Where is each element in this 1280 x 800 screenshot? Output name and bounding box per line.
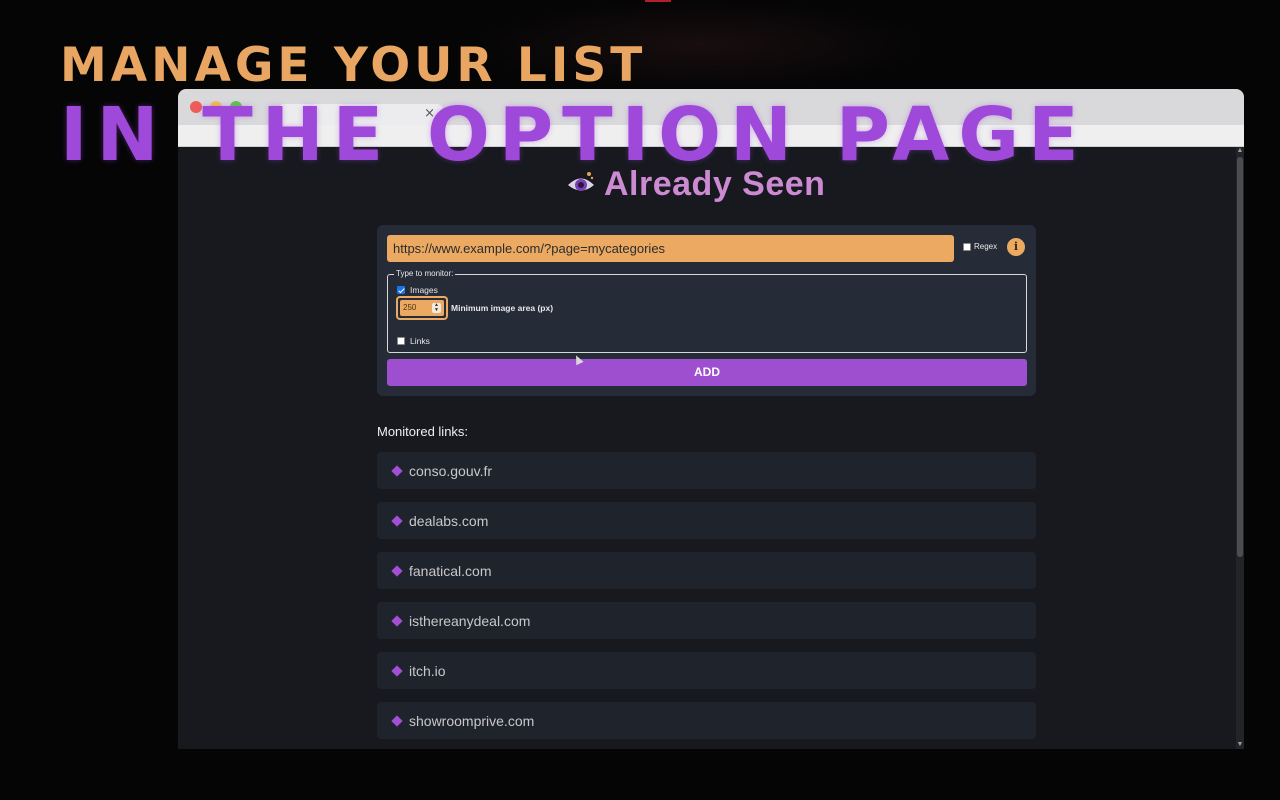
monitored-links-list: conso.gouv.fr dealabs.com fanatical.com … [377, 452, 1036, 752]
headline-line-1: MANAGE YOUR LIST [60, 38, 647, 93]
links-label: Links [410, 336, 430, 346]
diamond-icon [391, 715, 403, 727]
url-input[interactable]: https://www.example.com/?page=mycategori… [387, 235, 954, 262]
page-scrollbar[interactable]: ▲ ▼ [1236, 147, 1244, 749]
min-area-label: Minimum image area (px) [451, 303, 554, 313]
links-checkbox[interactable] [397, 337, 405, 345]
links-option[interactable]: Links [397, 336, 430, 346]
diamond-icon [391, 515, 403, 527]
min-area-input[interactable]: 250 ▲ ▼ [400, 300, 444, 316]
scroll-up-icon[interactable]: ▲ [1236, 147, 1244, 155]
list-item[interactable]: isthereanydeal.com [377, 602, 1036, 639]
info-icon[interactable]: i [1007, 238, 1025, 256]
list-item-label: dealabs.com [409, 513, 489, 529]
list-item-label: conso.gouv.fr [409, 463, 493, 479]
list-item[interactable]: dealabs.com [377, 502, 1036, 539]
list-item-label: showroomprive.com [409, 713, 535, 729]
list-item-label: fanatical.com [409, 563, 492, 579]
list-item[interactable]: conso.gouv.fr [377, 452, 1036, 489]
headline-line-2: IN THE OPTION PAGE [60, 92, 1088, 178]
min-area-field[interactable]: 250 ▲ ▼ [396, 296, 448, 320]
type-to-monitor-fieldset: Type to monitor: Images 250 ▲ ▼ Minimum i… [387, 269, 1027, 353]
images-label: Images [410, 285, 438, 295]
list-item[interactable]: showroomprive.com [377, 702, 1036, 739]
diamond-icon [391, 665, 403, 677]
type-to-monitor-legend: Type to monitor: [394, 269, 456, 278]
scroll-down-icon[interactable]: ▼ [1236, 741, 1244, 749]
monitored-links-title: Monitored links: [377, 424, 469, 439]
list-item[interactable]: itch.io [377, 652, 1036, 689]
list-item-label: isthereanydeal.com [409, 613, 531, 629]
diamond-icon [391, 465, 403, 477]
scrollbar-thumb[interactable] [1237, 157, 1243, 557]
regex-checkbox[interactable] [963, 242, 971, 251]
images-checkbox[interactable] [397, 286, 405, 294]
images-option[interactable]: Images [397, 285, 438, 295]
regex-option[interactable]: Regex [963, 242, 997, 251]
add-button[interactable]: ADD [387, 359, 1027, 386]
diamond-icon [391, 615, 403, 627]
add-link-panel: https://www.example.com/?page=mycategori… [377, 225, 1036, 396]
stepper-icon[interactable]: ▲ ▼ [432, 303, 441, 313]
list-item-label: itch.io [409, 663, 446, 679]
background-red-accent [645, 0, 671, 2]
min-area-value: 250 [403, 303, 417, 312]
regex-label: Regex [974, 242, 998, 251]
diamond-icon [391, 565, 403, 577]
list-item[interactable]: fanatical.com [377, 552, 1036, 589]
